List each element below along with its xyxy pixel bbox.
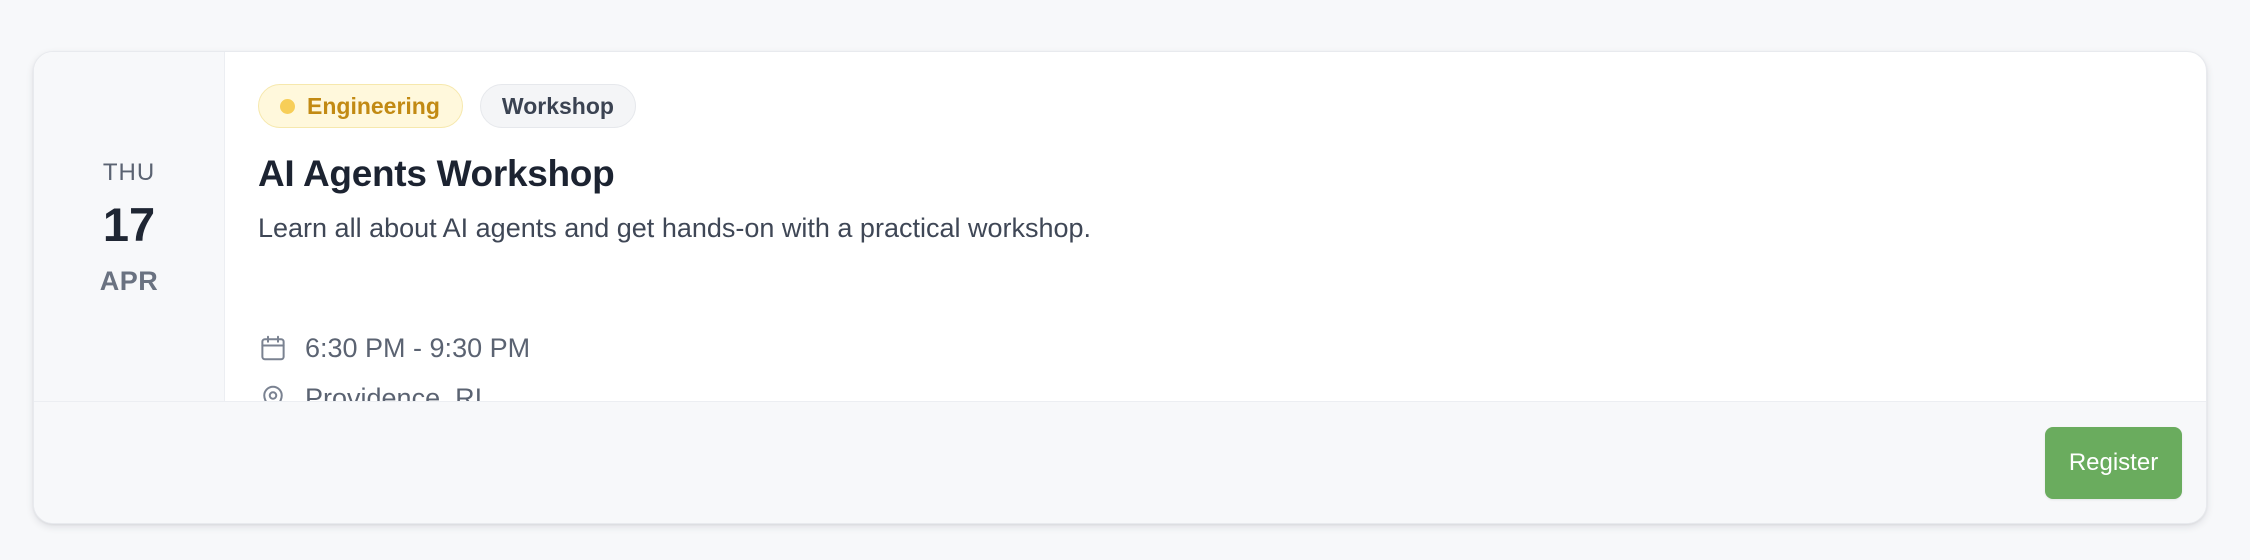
event-day-number: 17 [102, 197, 156, 251]
event-time-row: 6:30 PM - 9:30 PM [258, 332, 530, 364]
tag-workshop-label: Workshop [501, 92, 614, 119]
calendar-icon [258, 332, 288, 364]
event-card-body: THU 17 APR Engineering Workshop AI Agent… [34, 52, 2206, 413]
tag-dot-icon [280, 98, 295, 114]
tag-workshop: Workshop [479, 84, 636, 128]
event-month: APR [99, 265, 159, 296]
event-card: THU 17 APR Engineering Workshop AI Agent… [33, 51, 2207, 524]
event-tags: Engineering Workshop [258, 84, 636, 128]
event-card-footer: Register [34, 401, 2206, 523]
tag-engineering-label: Engineering [307, 92, 440, 119]
event-description: Learn all about AI agents and get hands-… [258, 213, 1092, 243]
event-details: Engineering Workshop AI Agents Workshop … [225, 52, 2206, 413]
register-button[interactable]: Register [2045, 427, 2182, 499]
tag-engineering: Engineering [258, 84, 463, 128]
event-title: AI Agents Workshop [258, 153, 615, 194]
event-date: THU 17 APR [34, 52, 225, 401]
event-time: 6:30 PM - 9:30 PM [305, 332, 531, 363]
event-weekday: THU [102, 158, 156, 186]
